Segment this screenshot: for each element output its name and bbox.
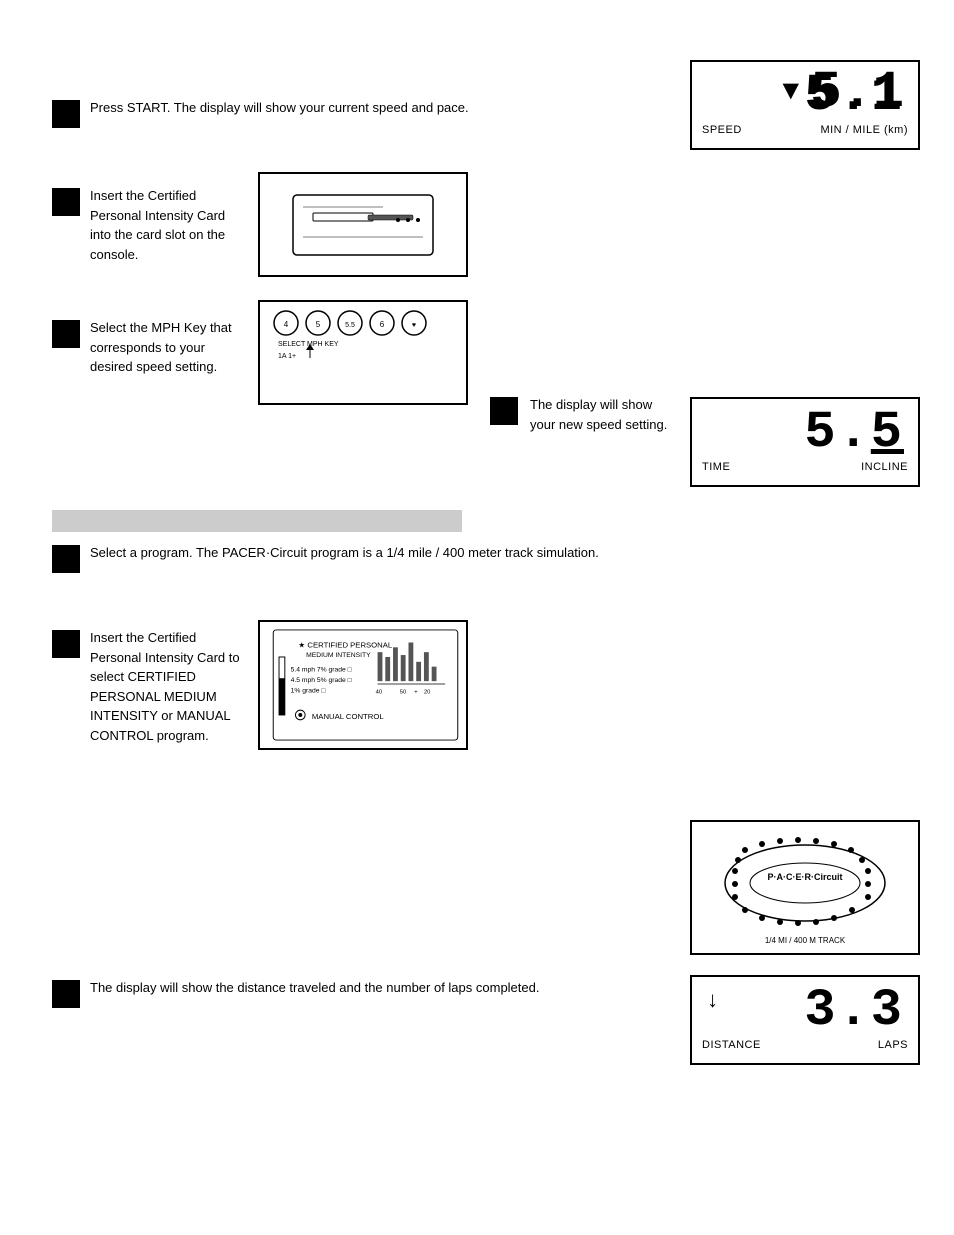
- svg-text:+: +: [414, 690, 418, 696]
- speed-label: SPEED: [702, 124, 742, 136]
- intensity-card-illustration: ★ CERTIFIED PERSONAL MEDIUM INTENSITY 5.…: [258, 620, 468, 750]
- distance-laps-value: ↓ 3.3: [692, 977, 918, 1037]
- time-incline-value: 5.5: [692, 399, 918, 459]
- time-label: TIME: [702, 461, 730, 473]
- time-incline-display: 5.5 TIME INCLINE: [690, 397, 920, 487]
- card-reader-svg: [283, 185, 443, 265]
- step7-indicator: [52, 980, 80, 1008]
- mph-keys-svg: 4 5 5.5 6 ♥ SELECT MPH KEY 1A 1+: [268, 308, 458, 363]
- step5-text: Select a program. The PACER·Circuit prog…: [90, 543, 670, 563]
- distance-laps-labels: DISTANCE LAPS: [692, 1037, 918, 1057]
- step4-indicator: [490, 397, 518, 425]
- svg-text:5.5: 5.5: [345, 322, 355, 329]
- svg-text:20: 20: [424, 690, 430, 696]
- pacer-circuit-svg: P·A·C·E·R·Circuit: [700, 828, 910, 948]
- step2-indicator: [52, 188, 80, 216]
- step3-indicator: [52, 320, 80, 348]
- svg-text:5: 5: [316, 320, 321, 329]
- speed-labels: SPEED MIN / MILE (km): [692, 122, 918, 142]
- svg-text:MEDIUM INTENSITY: MEDIUM INTENSITY: [306, 652, 371, 659]
- svg-text:5.4 mph 7% grade □: 5.4 mph 7% grade □: [291, 666, 352, 673]
- pacer-circuit-illustration: P·A·C·E·R·Circuit: [690, 820, 920, 955]
- step1-text: Press START. The display will show your …: [90, 98, 650, 118]
- svg-text:4.5 mph 5% grade □: 4.5 mph 5% grade □: [291, 677, 352, 684]
- distance-laps-display: ↓ 3.3 DISTANCE LAPS: [690, 975, 920, 1065]
- laps-label: LAPS: [878, 1039, 908, 1051]
- svg-text:1/4 MI / 400 M TRACK: 1/4 MI / 400 M TRACK: [765, 936, 846, 945]
- step3-text: Select the MPH Key that corresponds to y…: [90, 318, 240, 377]
- incline-label: INCLINE: [861, 461, 908, 473]
- svg-text:MANUAL CONTROL: MANUAL CONTROL: [312, 712, 384, 721]
- svg-text:★ CERTIFIED PERSONAL: ★ CERTIFIED PERSONAL: [298, 640, 393, 649]
- svg-text:1A 1+: 1A 1+: [278, 353, 296, 360]
- section-divider: [52, 510, 462, 532]
- time-incline-labels: TIME INCLINE: [692, 459, 918, 479]
- step2-text: Insert the Certified Personal Intensity …: [90, 186, 240, 264]
- svg-text:6: 6: [380, 320, 385, 329]
- intensity-card-svg: ★ CERTIFIED PERSONAL MEDIUM INTENSITY 5.…: [268, 628, 463, 742]
- step4-text: The display will show your new speed set…: [530, 395, 670, 434]
- step1-indicator: [52, 100, 80, 128]
- svg-text:4: 4: [284, 320, 289, 329]
- svg-text:50: 50: [400, 690, 406, 696]
- card-slot-illustration: [258, 172, 468, 277]
- mph-key-illustration: 4 5 5.5 6 ♥ SELECT MPH KEY 1A 1+: [258, 300, 468, 405]
- step6-indicator: [52, 630, 80, 658]
- svg-text:♥: ♥: [412, 322, 416, 329]
- svg-text:40: 40: [376, 690, 382, 696]
- svg-text:P·A·C·E·R·Circuit: P·A·C·E·R·Circuit: [768, 872, 843, 882]
- step7-text: The display will show the distance trave…: [90, 978, 650, 998]
- svg-text:1% grade □: 1% grade □: [291, 688, 326, 695]
- distance-label: DISTANCE: [702, 1039, 761, 1051]
- min-mile-label: MIN / MILE (km): [820, 124, 908, 136]
- step6-text: Insert the Certified Personal Intensity …: [90, 628, 240, 745]
- speed-value-overlay: ▼ 5.1: [700, 62, 918, 122]
- step5-indicator: [52, 545, 80, 573]
